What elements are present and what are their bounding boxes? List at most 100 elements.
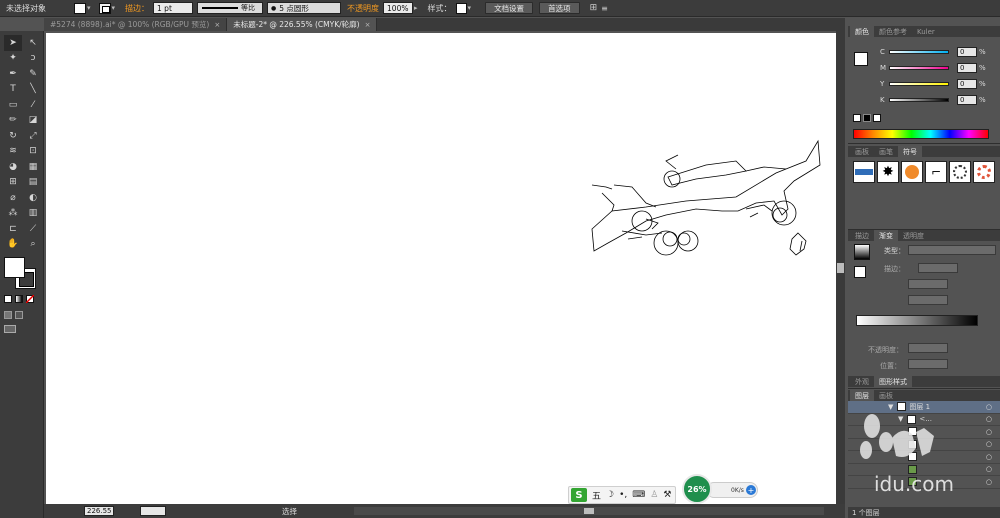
symbol-blue-banner-icon[interactable] bbox=[853, 161, 875, 183]
opacity-dropdown-icon[interactable]: ▸ bbox=[414, 2, 418, 15]
mesh-tool-icon[interactable]: ⊞ bbox=[4, 175, 22, 191]
ime-logo-icon[interactable]: S bbox=[571, 488, 587, 502]
tab-color-guide[interactable]: 颜色参考 bbox=[874, 26, 912, 37]
gradient-stroke-options[interactable] bbox=[918, 263, 958, 273]
tab-stroke[interactable]: 描边 bbox=[850, 230, 874, 241]
none-mode-icon[interactable] bbox=[26, 295, 34, 303]
fill-swatch[interactable]: ▾ bbox=[74, 2, 91, 15]
close-icon[interactable]: × bbox=[214, 21, 220, 29]
gradient-mode-icon[interactable] bbox=[15, 295, 23, 303]
fill-box[interactable] bbox=[4, 257, 25, 278]
white-swatch[interactable] bbox=[873, 114, 881, 122]
stroke-weight-field[interactable]: 1 pt bbox=[153, 2, 194, 14]
user-icon[interactable]: ♙ bbox=[650, 490, 658, 500]
symbol-red-flower-icon[interactable] bbox=[973, 161, 995, 183]
tab-kuler[interactable]: Kuler bbox=[912, 26, 940, 37]
artboard[interactable] bbox=[46, 33, 836, 506]
tab-document-1[interactable]: #5274 (8898).ai* @ 100% (RGB/GPU 预览) × bbox=[44, 18, 228, 31]
paintbrush-tool-icon[interactable]: ⁄ bbox=[24, 97, 42, 113]
tab-appearance[interactable]: 外观 bbox=[850, 376, 874, 387]
hand-tool-icon[interactable]: ✋ bbox=[4, 237, 22, 253]
tab-transparency[interactable]: 透明度 bbox=[898, 230, 929, 241]
symbol-sprayer-tool-icon[interactable]: ⁂ bbox=[4, 206, 22, 222]
draw-normal-icon[interactable] bbox=[4, 311, 12, 319]
ime-toolbar[interactable]: S 五 ☽ •, ⌨ ♙ ⚒ bbox=[568, 486, 676, 504]
color-spectrum[interactable] bbox=[853, 129, 989, 139]
tab-layers[interactable]: 图层 bbox=[850, 390, 874, 401]
gradient-tool-icon[interactable]: ▤ bbox=[24, 175, 42, 191]
line-tool-icon[interactable]: ╲ bbox=[24, 82, 42, 98]
preferences-button[interactable]: 首选项 bbox=[539, 2, 580, 14]
magenta-value[interactable]: 0 bbox=[957, 63, 977, 73]
scale-tool-icon[interactable]: ⤢ bbox=[24, 128, 42, 144]
tab-artboards[interactable]: 画板 bbox=[850, 146, 874, 157]
ime-mode[interactable]: 五 bbox=[592, 489, 601, 502]
gradient-slider[interactable] bbox=[856, 315, 978, 326]
close-icon[interactable]: × bbox=[365, 21, 371, 29]
tab-document-2[interactable]: 未标题-2* @ 226.55% (CMYK/轮廓) × bbox=[227, 18, 378, 31]
moon-icon[interactable]: ☽ bbox=[606, 490, 614, 500]
tab-brushes[interactable]: 画笔 bbox=[874, 146, 898, 157]
gradient-fill-swatch[interactable] bbox=[854, 266, 866, 278]
none-swatch-icon[interactable] bbox=[853, 114, 861, 122]
lasso-tool-icon[interactable]: ↄ bbox=[24, 51, 42, 67]
slice-tool-icon[interactable]: ⟋ bbox=[24, 221, 42, 237]
gradient-aspect-field[interactable] bbox=[908, 295, 948, 305]
artwork-branch-drawing[interactable] bbox=[46, 33, 836, 506]
wrench-icon[interactable]: ⚒ bbox=[663, 490, 671, 500]
cyan-ramp[interactable] bbox=[889, 50, 949, 54]
pencil-tool-icon[interactable]: ✏ bbox=[4, 113, 22, 129]
canvas-area[interactable] bbox=[44, 31, 836, 506]
magenta-ramp[interactable] bbox=[889, 66, 949, 70]
yellow-value[interactable]: 0 bbox=[957, 79, 977, 89]
symbol-dotted-ring-icon[interactable] bbox=[949, 161, 971, 183]
stroke-profile-select[interactable]: 等比 bbox=[197, 2, 264, 14]
slider-magenta[interactable]: M 0 % bbox=[848, 60, 986, 76]
document-setup-button[interactable]: 文档设置 bbox=[485, 2, 534, 14]
gradient-angle-field[interactable] bbox=[908, 279, 948, 289]
horizontal-scrollbar[interactable] bbox=[354, 507, 824, 515]
slider-black[interactable]: K 0 % bbox=[848, 92, 986, 108]
stroke-swatch[interactable]: ▾ bbox=[98, 2, 115, 15]
tab-graphic-styles[interactable]: 图形样式 bbox=[874, 376, 912, 387]
draw-behind-icon[interactable] bbox=[15, 311, 23, 319]
scroll-thumb[interactable] bbox=[837, 263, 844, 273]
style-swatch[interactable]: ▾ bbox=[455, 2, 471, 15]
fill-stroke-control[interactable] bbox=[4, 257, 38, 291]
warp-tool-icon[interactable]: ≋ bbox=[4, 144, 22, 160]
gradient-position-field[interactable] bbox=[908, 359, 948, 369]
eraser-tool-icon[interactable]: ◪ bbox=[24, 113, 42, 129]
selection-tool-icon[interactable]: ➤ bbox=[4, 35, 22, 51]
opacity-field[interactable]: 100% bbox=[383, 2, 414, 14]
screen-mode-icon[interactable] bbox=[4, 325, 16, 333]
eyedropper-tool-icon[interactable]: ⌀ bbox=[4, 190, 22, 206]
blend-tool-icon[interactable]: ◐ bbox=[24, 190, 42, 206]
arrange-icon[interactable]: ⊞ bbox=[590, 2, 598, 15]
shape-builder-tool-icon[interactable]: ◕ bbox=[4, 159, 22, 175]
gradient-opacity-field[interactable] bbox=[908, 343, 948, 353]
black-swatch[interactable] bbox=[863, 114, 871, 122]
column-graph-tool-icon[interactable]: ▥ bbox=[24, 206, 42, 222]
brush-select[interactable]: ● 5 点圆形 bbox=[267, 2, 342, 14]
keyboard-icon[interactable]: ⌨ bbox=[632, 490, 645, 500]
black-ramp[interactable] bbox=[889, 98, 949, 102]
plus-icon[interactable]: + bbox=[746, 485, 756, 495]
artboard-tool-icon[interactable]: ⊏ bbox=[4, 221, 22, 237]
cyan-value[interactable]: 0 bbox=[957, 47, 977, 57]
slider-yellow[interactable]: Y 0 % bbox=[848, 76, 986, 92]
scroll-thumb[interactable] bbox=[584, 508, 594, 514]
type-tool-icon[interactable]: T bbox=[4, 82, 22, 98]
net-usage-circle[interactable]: 26% bbox=[682, 474, 712, 504]
black-value[interactable]: 0 bbox=[957, 95, 977, 105]
slider-cyan[interactable]: C 0 % bbox=[848, 44, 986, 60]
tab-symbols[interactable]: 符号 bbox=[898, 146, 922, 157]
pen-tool-icon[interactable]: ✒ bbox=[4, 66, 22, 82]
yellow-ramp[interactable] bbox=[889, 82, 949, 86]
rotate-tool-icon[interactable]: ↻ bbox=[4, 128, 22, 144]
gradient-preview[interactable] bbox=[854, 244, 870, 260]
rectangle-tool-icon[interactable]: ▭ bbox=[4, 97, 22, 113]
symbol-orange-ball-icon[interactable] bbox=[901, 161, 923, 183]
vertical-scrollbar[interactable] bbox=[836, 31, 845, 504]
perspective-grid-tool-icon[interactable]: ▦ bbox=[24, 159, 42, 175]
symbol-splatter-icon[interactable]: ✸ bbox=[877, 161, 899, 183]
